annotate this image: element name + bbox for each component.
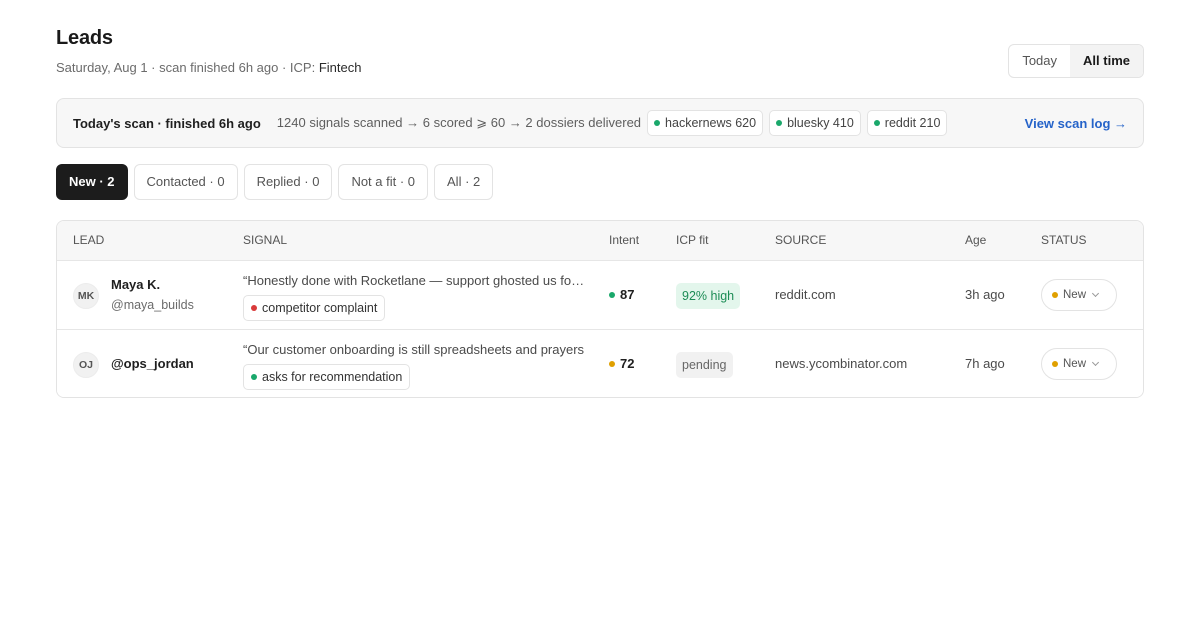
status-dot-icon (1052, 361, 1058, 367)
table-row[interactable]: OJ @ops_jordan “Our customer onboarding … (57, 330, 1143, 397)
column-header-source[interactable]: SOURCE (775, 233, 826, 247)
lead-name[interactable]: Maya K. (111, 277, 160, 292)
status-dot-icon (609, 360, 615, 367)
tab-not-a-fit[interactable]: Not a fit · 0 (338, 164, 429, 200)
source-chip-bluesky: bluesky 410 (769, 110, 861, 136)
source-chip-label: reddit 210 (884, 116, 941, 130)
lead-age: 7h ago (965, 356, 1005, 371)
tab-all[interactable]: All · 2 (434, 164, 494, 200)
intent-score: 72 (609, 356, 634, 371)
page-title: Leads (56, 27, 113, 49)
signal-quote: “Honestly done with Rocketlane — support… (243, 273, 585, 288)
column-header-lead[interactable]: LEAD (73, 233, 104, 247)
status-dot-icon (873, 120, 880, 126)
lead-name[interactable]: @ops_jordan (111, 356, 194, 371)
avatar: MK (73, 283, 99, 309)
range-today-button[interactable]: Today (1009, 45, 1070, 77)
signal-quote: “Our customer onboarding is still spread… (243, 342, 585, 357)
tab-contacted[interactable]: Contacted · 0 (133, 164, 238, 200)
signal-tag-label: competitor complaint (262, 301, 378, 315)
subtitle-text: Saturday, Aug 1 · scan finished 6h ago ·… (56, 60, 319, 75)
status-filter-tabs: New · 2 Contacted · 0 Replied · 0 Not a … (56, 164, 494, 200)
icp-value: Fintech (318, 60, 362, 75)
lead-handle: @maya_builds (111, 298, 194, 312)
column-header-status[interactable]: STATUS (1041, 233, 1087, 247)
column-header-intent[interactable]: Intent (609, 233, 639, 247)
intent-value: 72 (620, 356, 635, 371)
icp-fit-badge: 92% high (676, 283, 741, 309)
intent-score: 87 (609, 287, 634, 302)
signal-tag-label: asks for recommendation (262, 370, 403, 384)
column-header-signal[interactable]: SIGNAL (243, 233, 287, 247)
intent-value: 87 (620, 287, 635, 302)
status-dot-icon (251, 374, 257, 380)
signal-tag: asks for recommendation (243, 364, 411, 390)
status-label: New (1063, 289, 1087, 301)
status-dot-icon (654, 120, 661, 126)
source-domain: reddit.com (775, 287, 836, 302)
source-chip-reddit: reddit 210 (866, 110, 948, 136)
status-dot-icon (1052, 292, 1058, 298)
chevron-down-icon (1091, 358, 1100, 367)
column-header-age[interactable]: Age (965, 233, 986, 247)
column-header-icp-fit[interactable]: ICP fit (676, 233, 708, 247)
source-domain: news.ycombinator.com (775, 356, 908, 371)
source-chip-label: hackernews 620 (665, 116, 757, 130)
scan-summary-bar: Today's scan · finished 6h ago 1240 sign… (56, 98, 1144, 148)
status-dot-icon (609, 291, 615, 298)
page-header: Leads Saturday, Aug 1 · scan finished 6h… (56, 0, 1144, 98)
leads-table: LEAD SIGNAL Intent ICP fit SOURCE Age ST… (56, 220, 1144, 398)
scan-title: Today's scan · finished 6h ago (73, 115, 261, 131)
status-dropdown[interactable]: New (1041, 279, 1117, 311)
view-scan-log-link[interactable]: View scan log → (1025, 116, 1127, 131)
status-label: New (1063, 358, 1087, 370)
leads-page: Leads Saturday, Aug 1 · scan finished 6h… (56, 0, 1144, 398)
table-row[interactable]: MK Maya K. @maya_builds “Honestly done w… (57, 261, 1143, 330)
signal-tag: competitor complaint (243, 295, 386, 321)
tab-replied[interactable]: Replied · 0 (243, 164, 333, 200)
status-dot-icon (776, 120, 783, 126)
table-header: LEAD SIGNAL Intent ICP fit SOURCE Age ST… (57, 221, 1143, 261)
page-subtitle: Saturday, Aug 1 · scan finished 6h ago ·… (56, 60, 361, 75)
lead-age: 3h ago (965, 287, 1005, 302)
source-chip-label: bluesky 410 (787, 116, 854, 130)
scan-stats: 1240 signals scanned → 6 scored ⩾ 60 → 2… (276, 115, 642, 130)
tab-new[interactable]: New · 2 (56, 164, 128, 200)
range-all-time-button[interactable]: All time (1070, 45, 1143, 77)
avatar: OJ (73, 352, 99, 378)
icp-fit-badge: pending (676, 352, 733, 378)
source-chip-hackernews: hackernews 620 (647, 110, 764, 136)
date-range-toggle: Today All time (1008, 44, 1144, 78)
status-dropdown[interactable]: New (1041, 348, 1117, 380)
status-dot-icon (251, 305, 257, 311)
chevron-down-icon (1091, 289, 1100, 298)
